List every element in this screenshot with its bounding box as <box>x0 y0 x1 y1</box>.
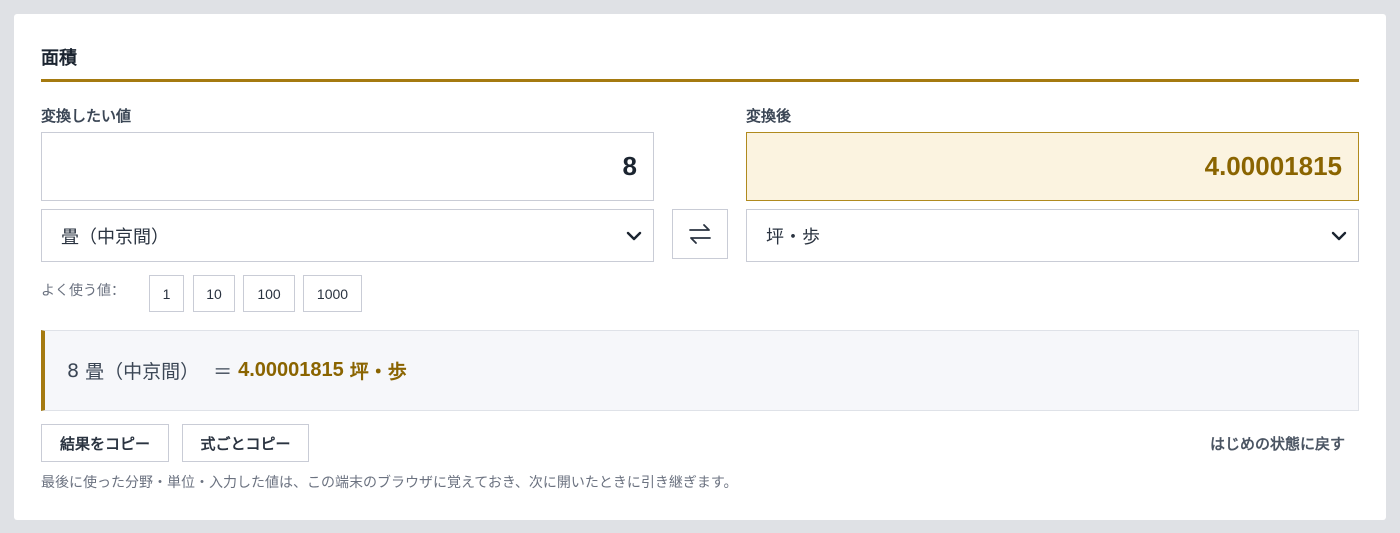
swap-units-button[interactable] <box>672 209 728 259</box>
frequent-value-button[interactable]: 1000 <box>303 275 362 312</box>
copy-result-button[interactable]: 結果をコピー <box>41 424 169 462</box>
to-value-output: 4.00001815 <box>746 132 1359 201</box>
result-panel: 8 畳（中京間） ＝ 4.00001815 坪・歩 <box>41 330 1359 411</box>
frequent-value-button[interactable]: 100 <box>243 275 295 312</box>
result-equals: ＝ <box>213 361 233 383</box>
swap-arrows-icon <box>689 224 711 244</box>
frequent-value-button[interactable]: 1 <box>149 275 184 312</box>
to-unit-select[interactable]: 坪・歩 <box>746 209 1359 262</box>
converter-card: 面積 変換したい値 変換後 8 4.00001815 畳（中京間） 坪・歩 よく… <box>14 14 1386 520</box>
from-value-input[interactable]: 8 <box>41 132 654 201</box>
section-title: 面積 <box>41 48 77 69</box>
chevron-down-icon <box>1331 231 1347 241</box>
copy-formula-button[interactable]: 式ごとコピー <box>182 424 309 462</box>
title-divider <box>41 79 1359 82</box>
reset-link[interactable]: はじめの状態に戻す <box>1210 433 1345 454</box>
from-unit-select[interactable]: 畳（中京間） <box>41 209 654 262</box>
frequent-value-button[interactable]: 10 <box>193 275 235 312</box>
result-value: 4.00001815 <box>238 359 344 381</box>
result-source-unit: 畳（中京間） <box>85 361 200 383</box>
storage-note: 最後に使った分野・単位・入力した値は、この端末のブラウザに覚えておき、次に開いた… <box>41 475 738 491</box>
result-unit: 坪・歩 <box>349 361 407 383</box>
chevron-down-icon <box>626 231 642 241</box>
frequent-values-label: よく使う値： <box>41 283 125 299</box>
result-source-value: 8 <box>67 359 80 382</box>
from-label: 変換したい値 <box>41 107 132 125</box>
to-label: 変換後 <box>746 107 792 125</box>
from-unit-label: 畳（中京間） <box>61 226 169 248</box>
to-unit-label: 坪・歩 <box>766 226 820 248</box>
